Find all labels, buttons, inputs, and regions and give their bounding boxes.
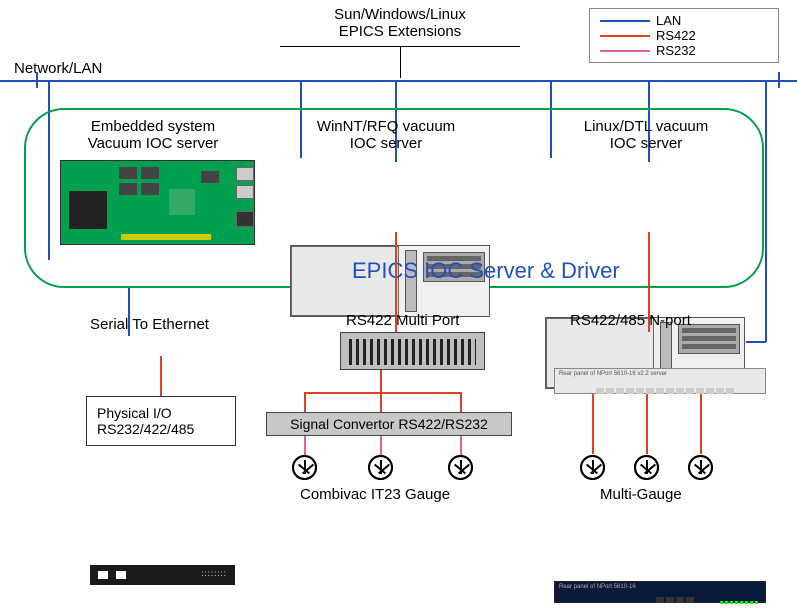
legend-box: LAN RS422 RS232 [589,8,779,63]
combivac-label: Combivac IT23 Gauge [300,486,450,503]
winnt-line1: WinNT/RFQ vacuum [296,118,476,135]
rs232-g1 [304,436,306,456]
multigauge-label: Multi-Gauge [600,486,682,503]
legend-rs232: RS232 [656,43,696,58]
epics-section-title: EPICS IOC Server & Driver [352,258,620,284]
legend-rs422-line [600,35,650,37]
physical-io-l2: RS232/422/485 [97,421,225,437]
linux-line2: IOC server [556,135,736,152]
rs422-multiport-label: RS422 Multi Port [346,312,459,329]
embedded-board [60,160,255,245]
rs422-mp-2 [380,370,382,412]
physical-io-l1: Physical I/O [97,405,225,421]
rs422-mp-h [304,392,462,394]
nport-label: RS422/485 N-port [570,312,691,329]
embedded-line2: Vacuum IOC server [68,135,238,152]
title-drop-line [400,46,401,78]
winnt-line2: IOC server [296,135,476,152]
legend-lan: LAN [656,13,681,28]
combivac-gauge-2 [368,455,393,485]
s2e-device: :::::::: [90,565,235,585]
rs232-g3 [460,436,462,456]
lan-tick-right [778,72,780,88]
signal-convertor: Signal Convertor RS422/RS232 [266,412,512,436]
multigauge-1 [580,455,605,485]
network-lan-label: Network/LAN [14,60,102,77]
legend-rs422: RS422 [656,28,696,43]
title-line1: Sun/Windows/Linux [300,6,500,23]
legend-rs232-line [600,50,650,52]
multigauge-3 [688,455,713,485]
rs422-multiport [340,332,485,370]
title-line2: EPICS Extensions [300,23,500,40]
rs232-g2 [380,436,382,456]
rs422-linux-down [648,232,650,332]
lan-tick-left [36,72,38,88]
embedded-line1: Embedded system [68,118,238,135]
legend-lan-line [600,20,650,22]
multigauge-2 [634,455,659,485]
lan-to-nport [746,341,766,343]
physical-io-box: Physical I/O RS232/422/485 [86,396,236,446]
lan-bus [0,80,797,82]
rs422-np-2 [646,394,648,454]
rs422-mp-3 [460,392,462,412]
nport-device-bottom: Rear panel of NPort 5610-16 v2.2 server [554,368,766,394]
rs422-s2e-down [160,356,162,396]
rs422-np-1 [592,394,594,454]
rs422-np-3 [700,394,702,454]
s2e-label: Serial To Ethernet [90,316,209,333]
linux-line1: Linux/DTL vacuum [556,118,736,135]
nport-device-top: Rear panel of NPort 5610-16 [554,581,766,603]
combivac-gauge-3 [448,455,473,485]
lan-drop-right [765,80,767,342]
rs422-mp-1 [304,392,306,412]
combivac-gauge-1 [292,455,317,485]
